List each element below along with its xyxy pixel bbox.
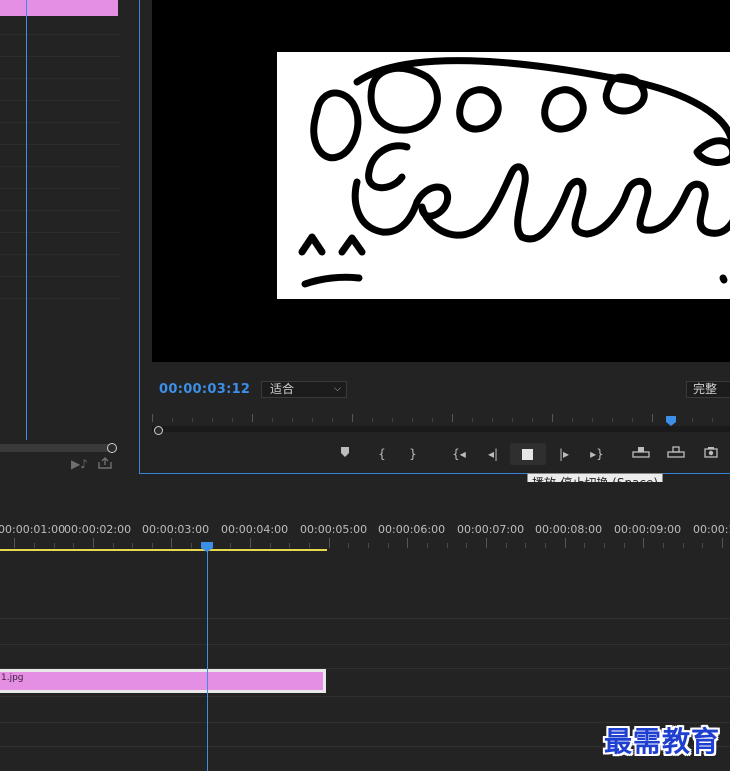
source-clip[interactable] bbox=[0, 0, 118, 16]
marker-icon[interactable] bbox=[334, 445, 356, 463]
source-scrollbar[interactable] bbox=[0, 444, 112, 452]
ruler-label: 00:00:06:00 bbox=[378, 523, 446, 536]
playhead-timecode[interactable]: 00:00:03:12 bbox=[159, 382, 250, 397]
clip-body: 1.jpg bbox=[0, 672, 323, 690]
ruler-label: 00:00:10:00 bbox=[693, 523, 730, 536]
ruler-label: 00:00:01:00 bbox=[0, 523, 66, 536]
watermark-logo: 最需教育 bbox=[604, 725, 721, 758]
extract-icon[interactable] bbox=[665, 445, 687, 463]
ruler-label: 00:00:05:00 bbox=[300, 523, 368, 536]
timeline-playhead-line bbox=[207, 547, 208, 771]
program-frame-image bbox=[277, 52, 730, 299]
share-export-icon[interactable] bbox=[98, 457, 112, 471]
timeline-ruler-labels: 00:00:01:00 00:00:02:00 00:00:03:00 00:0… bbox=[0, 523, 730, 537]
ruler-label: 00:00:02:00 bbox=[64, 523, 132, 536]
lift-icon[interactable] bbox=[630, 445, 652, 463]
timeline-clip[interactable]: 1.jpg bbox=[0, 669, 326, 693]
go-to-in-icon[interactable]: {◂ bbox=[448, 445, 470, 463]
chevron-down-icon: ⌵ bbox=[334, 384, 341, 394]
playback-resolution-select[interactable]: 完整 bbox=[686, 381, 730, 398]
timeline-playhead-handle[interactable] bbox=[201, 537, 213, 552]
source-playhead-line bbox=[26, 0, 27, 440]
source-scroll-handle[interactable] bbox=[107, 443, 117, 453]
monitor-time-ruler[interactable] bbox=[152, 410, 730, 424]
go-to-out-icon[interactable]: ▸} bbox=[586, 445, 608, 463]
fit-zoom-select[interactable]: 适合 ⌵ bbox=[261, 381, 347, 398]
monitor-zoom-scrollbar[interactable] bbox=[152, 426, 730, 432]
ruler-label: 00:00:04:00 bbox=[221, 523, 289, 536]
ruler-label: 00:00:08:00 bbox=[535, 523, 603, 536]
play-stop-icon bbox=[522, 449, 533, 460]
source-panel bbox=[0, 0, 138, 474]
ruler-label: 00:00:03:00 bbox=[142, 523, 210, 536]
work-area-bar[interactable] bbox=[0, 549, 327, 551]
clip-name: 1.jpg bbox=[1, 673, 24, 683]
fit-zoom-value: 适合 bbox=[270, 382, 295, 396]
music-export-icon[interactable]: ▶♪ bbox=[71, 458, 88, 470]
mark-out-icon[interactable]: } bbox=[402, 445, 424, 463]
step-forward-icon[interactable]: |▸ bbox=[553, 445, 575, 463]
play-stop-button[interactable] bbox=[510, 443, 546, 465]
playback-resolution-value: 完整 bbox=[693, 382, 718, 396]
monitor-zoom-handle[interactable] bbox=[154, 426, 163, 435]
step-back-icon[interactable]: ◂| bbox=[482, 445, 504, 463]
ruler-label: 00:00:07:00 bbox=[457, 523, 525, 536]
ruler-label: 00:00:09:00 bbox=[614, 523, 682, 536]
mark-in-icon[interactable]: { bbox=[371, 445, 393, 463]
monitor-playhead-marker[interactable] bbox=[666, 411, 676, 426]
camera-icon[interactable] bbox=[700, 445, 722, 463]
